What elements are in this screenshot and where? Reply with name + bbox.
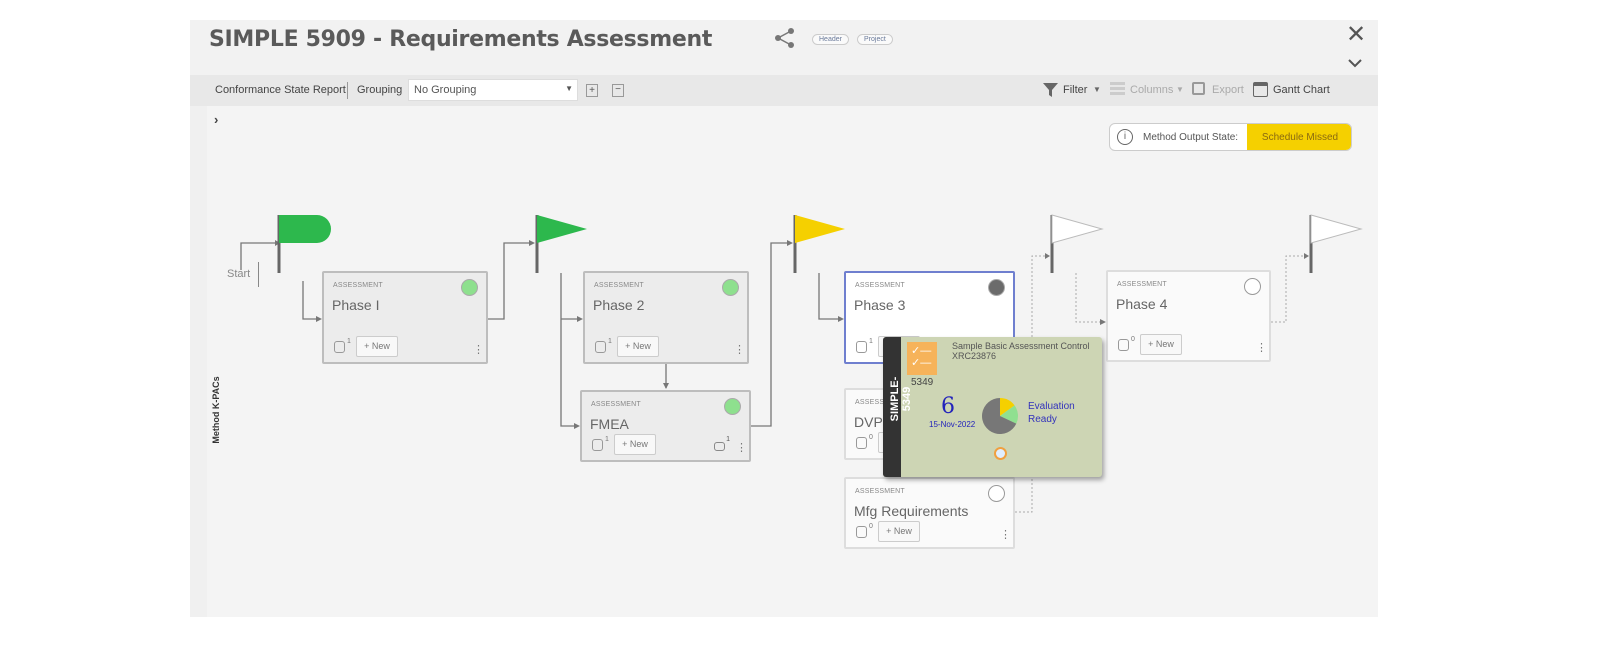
start-marker [258,262,259,287]
popup-state: Evaluation Ready [1028,401,1075,425]
popup-number: 5349 [911,377,934,388]
status-dot [988,485,1005,502]
card-name: Phase 2 [593,297,645,313]
checklist-icon[interactable] [1118,339,1129,351]
card-type: ASSESSMENT [591,401,641,408]
popup-id-strip: SIMPLE-5349 [883,337,913,477]
popup-title: Sample Basic Assessment Control [952,341,1090,351]
more-menu-icon[interactable]: ⋮ [1000,530,1011,541]
milestone-flag[interactable] [795,215,845,243]
connector [818,273,842,320]
card-type: ASSESSMENT [855,282,905,289]
status-dot [988,279,1005,296]
assessment-card[interactable]: ASSESSMENT Mfg Requirements 0 + New ⋮ [844,477,1015,549]
checklist-icon[interactable] [592,439,603,451]
status-dot [724,398,741,415]
more-menu-icon[interactable]: ⋮ [473,345,484,356]
checklist-icon[interactable] [856,437,867,449]
checklist-icon: ✓— ✓— [907,342,937,375]
connector [488,242,533,320]
popup-code: XRC23876 [952,351,997,361]
item-count: 1 [869,338,873,345]
more-menu-icon[interactable]: ⋮ [734,345,745,356]
new-button[interactable]: + New [356,336,398,357]
milestone-flag[interactable] [537,215,587,243]
status-pie [982,398,1018,434]
card-type: ASSESSMENT [855,488,905,495]
item-count: 1 [347,338,351,345]
more-menu-icon[interactable]: ⋮ [736,443,747,454]
card-type: ASSESSMENT [333,282,383,289]
item-count: 0 [869,523,873,530]
card-name: Mfg Requirements [854,503,969,519]
start-label: Start [227,268,251,280]
milestone-flag[interactable] [279,215,331,243]
item-count: 0 [869,434,873,441]
popup-id: SIMPLE-5349 [889,376,913,422]
comment-count: 1 [726,436,730,443]
more-menu-icon[interactable]: ⋮ [1256,343,1267,354]
card-name: Phase I [332,297,380,313]
clock-icon[interactable] [994,447,1007,460]
new-button[interactable]: + New [878,521,920,542]
item-count: 0 [1131,336,1135,343]
kpac-popup[interactable]: SIMPLE-5349 ✓— ✓— Sample Basic Assessment… [883,337,1102,477]
milestone-flag[interactable] [1051,214,1104,244]
connector [302,281,320,320]
milestone-flag[interactable] [1310,214,1363,244]
checklist-icon[interactable] [856,526,867,538]
connector [1271,255,1307,323]
assessment-card[interactable]: ASSESSMENT FMEA 1 + New 1 ⋮ [580,390,751,462]
checklist-icon[interactable] [856,341,867,353]
flow-connectors [240,214,1363,513]
status-dot [461,279,478,296]
item-count: 1 [605,436,609,443]
connector [560,273,581,427]
new-button[interactable]: + New [617,336,659,357]
checklist-icon[interactable] [595,341,606,353]
card-name: FMEA [590,416,629,432]
status-dot [1244,278,1261,295]
comment-icon[interactable] [714,442,725,451]
card-type: ASSESSMENT [594,282,644,289]
checklist-icon[interactable] [334,341,345,353]
card-type: ASSESSMENT [1117,281,1167,288]
assessment-card[interactable]: ASSESSMENT Phase 2 1 + New ⋮ [583,271,749,364]
assessment-card[interactable]: ASSESSMENT Phase I 1 + New ⋮ [322,271,488,364]
status-dot [722,279,739,296]
item-count: 1 [608,338,612,345]
connector [1075,273,1104,323]
card-name: Phase 3 [854,297,906,313]
card-name: Phase 4 [1116,296,1168,312]
assessment-card[interactable]: ASSESSMENT Phase 4 0 + New ⋮ [1106,270,1271,362]
popup-big-number: 6 [941,394,955,419]
popup-date: 15-Nov-2022 [929,420,976,429]
connector [751,242,791,427]
new-button[interactable]: + New [614,434,656,455]
new-button[interactable]: + New [1140,334,1182,355]
